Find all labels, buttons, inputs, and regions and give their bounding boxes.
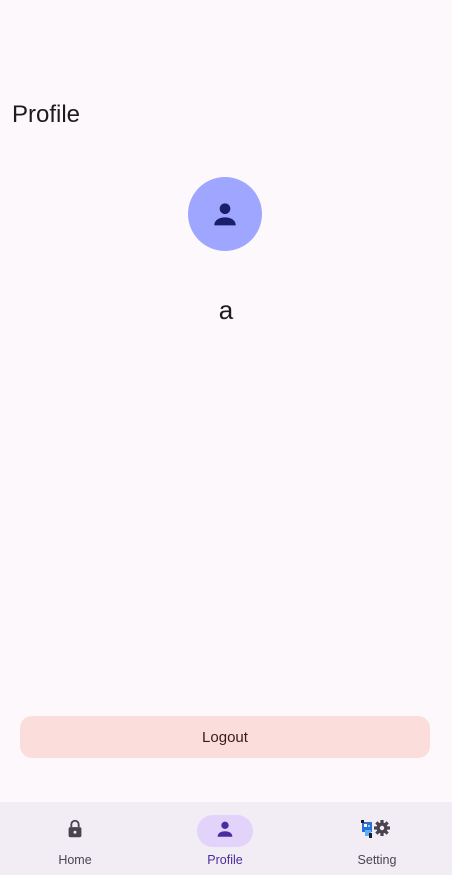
nav-item-setting[interactable]: Setting [302,802,452,875]
nav-item-profile[interactable]: Profile [150,802,300,875]
person-icon [214,818,236,845]
gear-icon [360,816,394,847]
nav-profile-label: Profile [207,853,243,867]
profile-screen: Profile a Logout Home Profile Setting [0,0,452,875]
username: a [218,295,234,325]
avatar [188,177,262,251]
nav-item-home[interactable]: Home [0,802,150,875]
nav-setting-indicator [349,815,405,847]
logout-label: Logout [202,728,248,746]
nav-home-label: Home [58,853,92,867]
bottom-navigation: Home Profile Setting [0,802,452,875]
nav-home-indicator [47,815,103,847]
lock-icon [64,818,86,845]
page-title: Profile [12,101,81,128]
nav-setting-label: Setting [357,853,397,867]
logout-button[interactable]: Logout [20,716,430,758]
nav-profile-indicator [197,815,253,847]
person-icon [209,198,241,230]
